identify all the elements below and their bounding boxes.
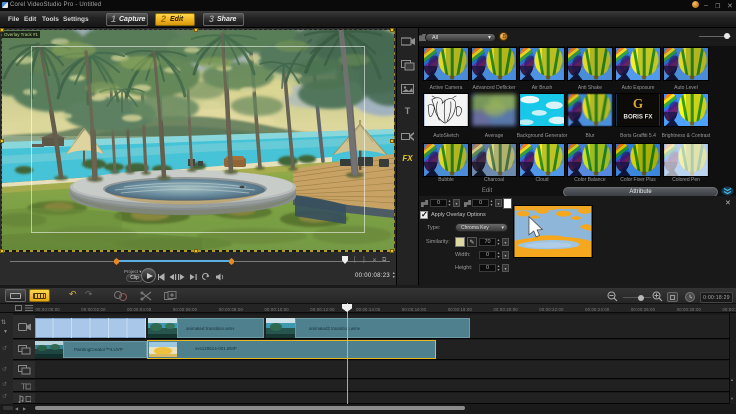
svg-text:BORIS FX: BORIS FX [624,113,654,120]
svg-text:T: T [21,383,26,392]
svg-text:G: G [633,96,643,111]
